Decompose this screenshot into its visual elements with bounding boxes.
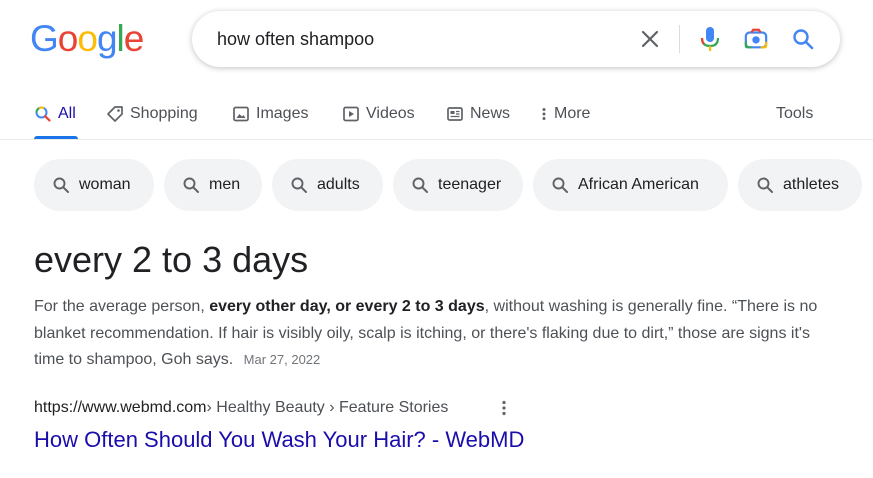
tab-videos[interactable]: Videos xyxy=(342,102,415,126)
logo-letter: g xyxy=(96,18,118,59)
tab-images-label: Images xyxy=(256,105,309,122)
chip-woman[interactable]: woman xyxy=(34,159,154,211)
logo-letter: o xyxy=(57,18,79,59)
search-icon xyxy=(552,177,568,193)
refinement-chips: woman men adults teenager African Americ… xyxy=(0,159,873,211)
image-icon xyxy=(233,106,249,122)
featured-snippet-text: For the average person, every other day,… xyxy=(34,294,824,374)
tab-more[interactable]: More xyxy=(540,102,590,126)
snippet-highlight: every other day, or every 2 to 3 days xyxy=(209,298,485,315)
chip-label: teenager xyxy=(438,176,502,193)
search-icon[interactable] xyxy=(791,27,815,51)
more-vert-icon xyxy=(542,108,546,120)
result-url: https://www.webmd.com xyxy=(34,399,207,416)
tab-news[interactable]: News xyxy=(446,102,510,126)
chip-label: woman xyxy=(79,176,131,193)
logo-letter: o xyxy=(77,18,98,59)
search-icon xyxy=(412,177,428,193)
tab-videos-label: Videos xyxy=(366,105,415,122)
search-input[interactable]: how often shampoo xyxy=(217,28,374,50)
search-box-divider xyxy=(679,25,680,53)
search-icon xyxy=(35,106,51,122)
search-box: how often shampoo xyxy=(192,11,840,67)
search-icon xyxy=(757,177,773,193)
result-citation: https://www.webmd.com › Healthy Beauty ›… xyxy=(34,397,448,419)
chip-label: African American xyxy=(578,176,699,193)
logo-letter: l xyxy=(116,18,125,59)
chip-men[interactable]: men xyxy=(164,159,262,211)
close-icon[interactable] xyxy=(638,27,662,51)
tools-button[interactable]: Tools xyxy=(776,102,813,126)
logo-letter: G xyxy=(30,18,59,59)
chip-athletes[interactable]: athletes xyxy=(738,159,862,211)
newspaper-icon xyxy=(447,107,463,121)
result-breadcrumb: › Healthy Beauty › Feature Stories xyxy=(206,399,449,416)
snippet-date: Mar 27, 2022 xyxy=(243,352,321,367)
active-tab-indicator xyxy=(34,136,78,139)
camera-icon[interactable] xyxy=(744,27,768,51)
search-tabs: All Shopping Images Videos News More Too… xyxy=(0,96,873,140)
search-icon xyxy=(291,177,307,193)
play-icon xyxy=(343,106,359,122)
tab-all[interactable]: All xyxy=(34,102,76,126)
featured-answer-title: every 2 to 3 days xyxy=(34,239,309,280)
tab-all-label: All xyxy=(58,105,76,122)
result-title-link[interactable]: How Often Should You Wash Your Hair? - W… xyxy=(34,426,524,454)
search-results-page: Google how often shampoo All Shopping Im… xyxy=(0,0,873,478)
tab-shopping[interactable]: Shopping xyxy=(106,102,198,126)
chip-label: men xyxy=(209,176,241,193)
result-options-icon[interactable] xyxy=(496,398,512,418)
tab-news-label: News xyxy=(470,105,511,122)
search-icon xyxy=(53,177,69,193)
tab-more-label: More xyxy=(554,105,591,122)
chip-label: athletes xyxy=(783,176,840,193)
chip-adults[interactable]: adults xyxy=(272,159,383,211)
logo-letter: e xyxy=(123,18,145,59)
tab-shopping-label: Shopping xyxy=(130,105,198,122)
search-icon xyxy=(183,177,199,193)
snippet-text-lead: For the average person, xyxy=(34,298,210,315)
tab-images[interactable]: Images xyxy=(232,102,308,126)
google-logo[interactable]: Google xyxy=(30,18,145,59)
tag-icon xyxy=(107,106,123,122)
chip-teenager[interactable]: teenager xyxy=(393,159,523,211)
chip-label: adults xyxy=(317,176,360,193)
microphone-icon[interactable] xyxy=(698,27,722,51)
chip-african-american[interactable]: African American xyxy=(533,159,728,211)
tools-label: Tools xyxy=(776,105,814,122)
